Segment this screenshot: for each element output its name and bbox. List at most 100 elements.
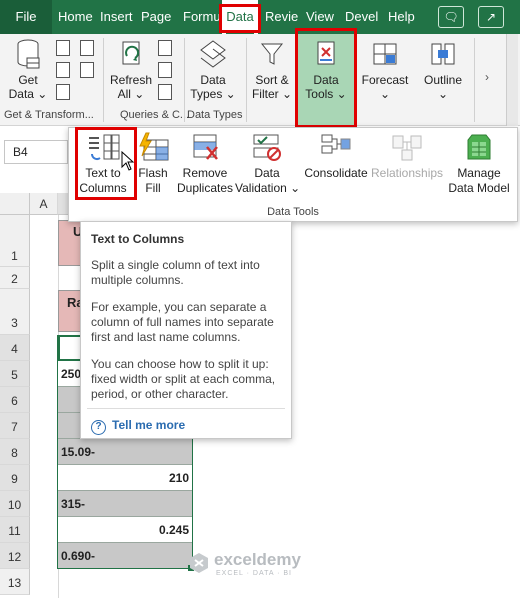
refresh-icon	[122, 41, 140, 65]
data-tools-label: Data Tools ⌄	[305, 73, 347, 101]
group-separator	[184, 38, 185, 122]
properties-icon[interactable]	[158, 62, 172, 78]
ribbon: Get Data ⌄ Get & Transform... Refresh Al…	[0, 34, 520, 126]
data-validation-button[interactable]: Data Validation ⌄	[235, 132, 301, 196]
row-header[interactable]: 12	[0, 543, 30, 569]
flash-fill-button[interactable]: Flash Fill	[133, 132, 173, 196]
tab-help[interactable]: Help	[388, 0, 418, 34]
from-table-icon[interactable]	[56, 84, 70, 100]
group-queries-label: Queries & C...	[120, 109, 190, 121]
consolidate-button[interactable]: Consolidate	[303, 132, 369, 181]
group-separator	[474, 38, 475, 122]
remove-duplicates-button[interactable]: Remove Duplicates	[177, 132, 233, 196]
tell-me-more-label: Tell me more	[112, 418, 186, 432]
tab-insert[interactable]: Insert	[100, 0, 136, 34]
row-header[interactable]: 10	[0, 491, 30, 517]
forecast-label: Forecast ⌄	[361, 73, 409, 101]
tab-page-layout[interactable]: Page	[141, 0, 173, 34]
group-get-transform-label: Get & Transform...	[4, 109, 94, 121]
flash-fill-label: Flash Fill	[138, 166, 168, 195]
tooltip-separator	[87, 408, 285, 409]
data-types-icon	[200, 40, 226, 68]
ribbon-scrollbar[interactable]	[506, 34, 518, 126]
data-tools-group-label: Data Tools	[267, 206, 319, 218]
row-header[interactable]: 1	[0, 215, 30, 267]
ribbon-tab-bar: File Home Insert Page Formu Data Revie V…	[0, 0, 520, 34]
outline-button[interactable]: Outline ⌄	[420, 38, 466, 101]
data-validation-label: Data Validation ⌄	[235, 166, 301, 195]
remove-duplicates-icon	[193, 134, 218, 160]
tab-view[interactable]: View	[306, 0, 336, 34]
data-tools-icon	[317, 41, 335, 65]
group-separator	[246, 38, 247, 122]
tell-me-more-link[interactable]: ? Tell me more	[91, 418, 185, 435]
row-header[interactable]: 4	[0, 335, 30, 361]
tab-review[interactable]: Revie	[265, 0, 302, 34]
row-header[interactable]: 6	[0, 387, 30, 413]
row-header[interactable]: 9	[0, 465, 30, 491]
row-header[interactable]: 7	[0, 413, 30, 439]
remove-duplicates-label: Remove Duplicates	[177, 166, 234, 195]
consolidate-icon	[321, 134, 351, 154]
tab-file[interactable]: File	[0, 0, 52, 34]
filter-icon	[260, 43, 284, 65]
data-tools-button[interactable]: Data Tools ⌄	[303, 38, 349, 101]
row-header[interactable]: 13	[0, 569, 30, 595]
row-header[interactable]: 8	[0, 439, 30, 465]
row-header[interactable]: 5	[0, 361, 30, 387]
refresh-all-button[interactable]: Refresh All ⌄	[108, 38, 154, 101]
sort-filter-label: Sort & Filter ⌄	[251, 73, 293, 101]
forecast-icon	[373, 43, 397, 65]
data-model-icon	[467, 134, 491, 160]
tab-developer[interactable]: Devel	[345, 0, 380, 34]
forecast-button[interactable]: Forecast ⌄	[360, 38, 410, 101]
existing-connections-icon[interactable]	[80, 62, 94, 78]
select-all-corner[interactable]	[0, 193, 30, 215]
comments-icon[interactable]: 🗨	[438, 6, 464, 28]
from-text-icon[interactable]	[56, 40, 70, 56]
row-header[interactable]: 3	[0, 289, 30, 335]
database-icon	[17, 39, 40, 69]
manage-data-model-button[interactable]: Manage Data Model	[445, 132, 513, 196]
outline-label: Outline ⌄	[423, 73, 463, 101]
data-validation-icon	[253, 134, 281, 161]
row-header[interactable]: 2	[0, 267, 30, 289]
sort-filter-button[interactable]: Sort & Filter ⌄	[250, 38, 294, 101]
tooltip-description: Split a single column of text into multi…	[91, 258, 260, 287]
edit-links-icon[interactable]	[158, 84, 172, 100]
data-tools-panel: Text to Columns Flash Fill Remove Duplic…	[68, 127, 518, 222]
tab-data[interactable]: Data	[222, 0, 258, 34]
data-types-label: Data Types ⌄	[190, 73, 236, 101]
group-separator	[103, 38, 104, 122]
get-data-label: Get Data ⌄	[8, 73, 48, 101]
tooltip-detail: You can choose how to split it up: fixed…	[91, 357, 276, 401]
relationships-label: Relationships	[371, 166, 444, 180]
share-icon[interactable]: ↗	[478, 6, 504, 28]
text-to-columns-tooltip: Text to Columns Split a single column of…	[80, 221, 292, 439]
refresh-all-label: Refresh All ⌄	[109, 73, 153, 101]
text-to-columns-label: Text to Columns	[79, 166, 127, 195]
tab-formulas[interactable]: Formu	[183, 0, 220, 34]
tooltip-example: For example, you can separate a column o…	[91, 300, 274, 344]
tab-home[interactable]: Home	[58, 0, 94, 34]
get-data-button[interactable]: Get Data ⌄	[8, 38, 48, 101]
mouse-cursor-icon	[121, 151, 135, 171]
manage-data-model-label: Manage Data Model	[448, 166, 510, 195]
recent-sources-icon[interactable]	[80, 40, 94, 56]
exceldemy-logo-icon	[190, 553, 208, 573]
outline-icon	[431, 43, 455, 65]
flash-fill-icon	[139, 132, 169, 161]
watermark-name: exceldemy	[214, 550, 301, 569]
name-box[interactable]: B4	[4, 140, 68, 164]
tooltip-title: Text to Columns	[91, 232, 185, 246]
relationships-button[interactable]: Relationships	[371, 132, 443, 181]
data-types-button[interactable]: Data Types ⌄	[190, 38, 236, 101]
queries-connections-icon[interactable]	[158, 40, 172, 56]
ribbon-scroll-right-icon[interactable]: ›	[480, 70, 494, 84]
relationships-icon	[392, 135, 422, 161]
from-web-icon[interactable]	[56, 62, 70, 78]
column-header-a[interactable]: A	[30, 193, 58, 215]
consolidate-label: Consolidate	[304, 166, 368, 180]
text-to-columns-icon	[89, 134, 120, 160]
row-header[interactable]: 11	[0, 517, 30, 543]
